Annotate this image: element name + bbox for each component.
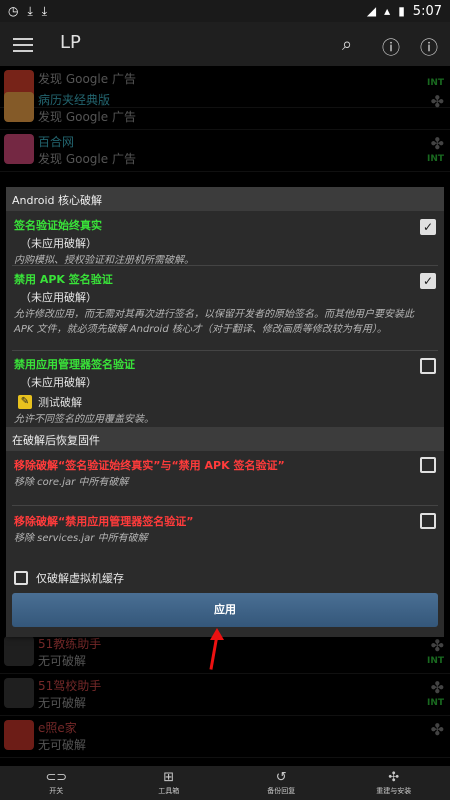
search-icon[interactable]: ⌕ (342, 34, 352, 55)
app-title: LP (60, 32, 81, 53)
vm-cache-row[interactable]: 仅破解虚拟机缓存 (14, 570, 124, 586)
option-title: 移除破解“签名验证始终真实”与“禁用 APK 签名验证” (14, 459, 285, 472)
checkbox-remove-core-patch[interactable] (420, 457, 436, 473)
wifi-icon: ◢ (366, 4, 377, 18)
nav-label: 备份回复 (267, 786, 296, 795)
option-status: （未应用破解） (20, 376, 97, 389)
option-remove-core-patch[interactable]: 移除破解“签名验证始终真实”与“禁用 APK 签名验证” 移除 core.jar… (14, 457, 414, 490)
divider (12, 505, 438, 506)
bottom-nav: ⊂⊃ 开关 ⊞ 工具箱 ↺ 备份回复 ✣ 重建与安装 (0, 766, 450, 800)
download-icon: ⤓ (27, 4, 33, 18)
help-icon[interactable]: ⓘ (382, 34, 400, 60)
signal-icon: ▴ (384, 4, 391, 18)
puzzle-icon: ✣ (388, 769, 400, 785)
option-remove-services-patch[interactable]: 移除破解“禁用应用管理器签名验证” 移除 services.jar 中所有破解 (14, 513, 414, 546)
nav-label: 重建与安装 (376, 786, 412, 795)
option-disable-apk-signature[interactable]: 禁用 APK 签名验证 （未应用破解） 允许修改应用，而无需对其再次进行签名，以… (14, 271, 414, 337)
nav-label: 工具箱 (158, 786, 180, 795)
checkbox-vm-cache[interactable] (14, 571, 28, 585)
checkbox-signature-always-true[interactable]: ✓ (420, 219, 436, 235)
clock-icon: ◷ (8, 4, 19, 18)
nav-toggle[interactable]: ⊂⊃ 开关 (11, 769, 101, 796)
option-title: 禁用应用管理器签名验证 (14, 358, 135, 371)
restore-icon: ↺ (275, 769, 287, 785)
option-title: 禁用 APK 签名验证 (14, 273, 113, 286)
nav-label: 开关 (49, 786, 64, 795)
battery-icon: ▮ (398, 4, 405, 18)
option-status: （未应用破解） (20, 237, 97, 250)
section-android-core: Android 核心破解 (6, 187, 444, 211)
option-signature-always-true[interactable]: 签名验证始终真实 （未应用破解） 内购模拟、授权验证和注册机所需破解。 (14, 217, 414, 268)
toggle-icon: ⊂⊃ (45, 769, 68, 785)
menu-icon[interactable] (13, 34, 33, 54)
option-desc: 移除 core.jar 中所有破解 (14, 477, 129, 488)
option-disable-pm-signature[interactable]: 禁用应用管理器签名验证 （未应用破解） ✎ 测试破解 允许不同签名的应用覆盖安装… (14, 356, 414, 427)
test-icon: ✎ (18, 395, 32, 409)
download-icon: ⤓ (41, 4, 48, 18)
status-time: 5:07 (412, 3, 442, 19)
option-status: （未应用破解） (20, 291, 97, 304)
nav-toolbox[interactable]: ⊞ 工具箱 (124, 769, 214, 796)
section-restore-firmware: 在破解后恢复固件 (6, 427, 444, 451)
nav-backup[interactable]: ↺ 备份回复 (236, 769, 326, 796)
checkbox-remove-services-patch[interactable] (420, 513, 436, 529)
divider (12, 350, 438, 351)
annotation-arrow (209, 628, 224, 670)
app-bar: LP ⌕ ⓘ ⓘ (0, 22, 450, 66)
vm-cache-label: 仅破解虚拟机缓存 (36, 572, 124, 585)
test-patch-label: 测试破解 (38, 396, 82, 409)
test-patch-row[interactable]: ✎ 测试破解 (14, 394, 414, 410)
nav-rebuild[interactable]: ✣ 重建与安装 (349, 769, 439, 796)
checkbox-disable-pm-signature[interactable] (420, 358, 436, 374)
status-bar: ◷ ⤓ ⤓ ◢ ▴ ▮ 5:07 (0, 0, 450, 22)
toolbox-icon: ⊞ (163, 769, 175, 785)
option-title: 签名验证始终真实 (14, 219, 102, 232)
divider (12, 265, 438, 266)
checkbox-disable-apk-signature[interactable]: ✓ (420, 273, 436, 289)
apply-button[interactable]: 应用 (12, 593, 438, 627)
option-desc: 允许修改应用，而无需对其再次进行签名，以保留开发者的原始签名。而其他用户要安装此… (14, 309, 414, 335)
info-icon[interactable]: ⓘ (420, 34, 438, 60)
option-title: 移除破解“禁用应用管理器签名验证” (14, 515, 194, 528)
option-desc: 移除 services.jar 中所有破解 (14, 533, 148, 544)
patch-dialog: Android 核心破解 签名验证始终真实 （未应用破解） 内购模拟、授权验证和… (6, 187, 444, 637)
option-desc: 允许不同签名的应用覆盖安装。 (14, 414, 154, 425)
